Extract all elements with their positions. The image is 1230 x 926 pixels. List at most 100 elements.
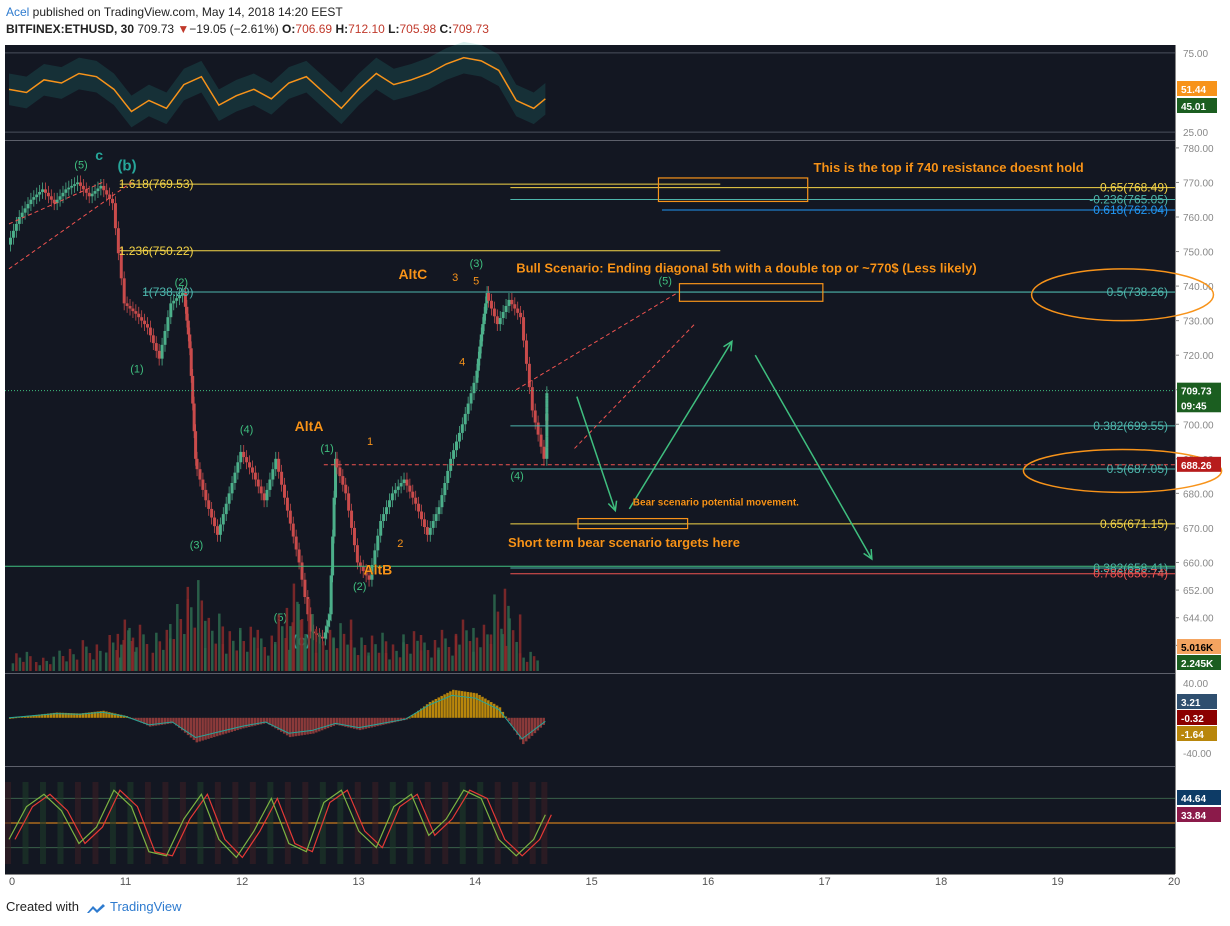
candle-body <box>478 346 482 359</box>
candle-body <box>102 185 106 191</box>
candle-body <box>460 424 464 433</box>
volume-bar <box>525 661 529 671</box>
stoch-shade <box>267 782 274 864</box>
volume-bar <box>496 611 500 671</box>
trading-chart[interactable]: 75.00 25.00 51.44 45.01 780.00 770.00 760.00 75… <box>0 40 1230 890</box>
candle-body <box>64 189 68 193</box>
candle-body <box>338 467 342 477</box>
stoch-shade <box>5 782 11 864</box>
volume-bar <box>256 629 260 671</box>
volume-bar <box>235 650 239 671</box>
volume-bar <box>120 644 123 671</box>
volume-bar <box>165 629 169 671</box>
volume-badge-label: 2.245K <box>1181 659 1214 670</box>
candle-body <box>527 363 531 388</box>
candle-body <box>93 191 97 194</box>
time-tick-label: 20 <box>1168 876 1180 888</box>
volume-bar <box>211 630 214 671</box>
stoch-badge-label: 33.84 <box>1181 811 1206 822</box>
macd-histogram-bar <box>460 691 464 718</box>
macd-histogram-bar <box>452 689 455 718</box>
macd-histogram-bar <box>239 717 242 730</box>
volume-bar <box>92 659 95 671</box>
candle-body <box>166 317 170 331</box>
macd-histogram-bar <box>297 717 301 736</box>
macd-histogram-bar <box>309 717 312 735</box>
volume-bar <box>228 631 232 671</box>
volume-bar <box>314 652 318 671</box>
volume-bar <box>131 637 135 671</box>
macd-histogram-bar <box>317 717 321 732</box>
volume-bar <box>486 634 489 671</box>
volume-bar <box>277 614 281 671</box>
candle-body <box>73 184 77 186</box>
volume-bar <box>511 630 515 671</box>
macd-badge-label: -0.32 <box>1181 714 1204 725</box>
wave-label: (3) <box>470 258 483 270</box>
macd-histogram-bar <box>481 696 484 718</box>
volume-bar <box>15 653 18 671</box>
volume-bar <box>307 599 311 671</box>
candle-body <box>256 479 260 487</box>
macd-histogram-bar <box>312 717 315 734</box>
candle-body <box>498 318 502 325</box>
candle-body <box>58 196 62 200</box>
candle-body <box>280 471 284 485</box>
candle-body <box>194 431 198 459</box>
volume-bar <box>249 626 253 671</box>
price-tick-label: 680.00 <box>1183 489 1214 500</box>
tradingview-link[interactable]: TradingView <box>110 899 182 914</box>
candle-body <box>224 503 228 515</box>
candle-body <box>192 403 196 432</box>
volume-bar <box>29 656 32 671</box>
candle-body <box>198 469 202 480</box>
volume-bar <box>297 604 300 671</box>
stoch-shade <box>197 782 204 864</box>
macd-histogram-bar <box>288 717 292 738</box>
volume-bar <box>504 645 508 671</box>
volume-bar <box>232 640 235 671</box>
candle-body <box>326 620 330 627</box>
wave-label: (1) <box>130 363 143 375</box>
wave-label: 3 <box>452 272 458 284</box>
chart-annotation: Short term bear scenario targets here <box>508 535 740 550</box>
volume-bar <box>508 618 511 671</box>
volume-bar <box>169 624 172 671</box>
candle-body <box>245 457 249 463</box>
volume-bar <box>342 633 346 671</box>
volume-bar <box>479 647 482 671</box>
volume-bar <box>437 649 440 671</box>
volume-bar <box>267 655 270 671</box>
volume-bar <box>461 619 465 671</box>
volume-bar <box>409 653 412 671</box>
candle-body <box>350 510 354 528</box>
volume-bar <box>388 659 391 671</box>
candle-body <box>454 441 458 451</box>
volume-bar <box>225 653 228 671</box>
volume-bar <box>18 657 22 671</box>
candle-body <box>347 493 351 511</box>
macd-histogram-bar <box>294 717 298 737</box>
candle-body <box>90 193 94 197</box>
time-tick-label: 11 <box>120 876 131 888</box>
price-tick-label: 652.00 <box>1183 586 1214 597</box>
candle-body <box>76 182 80 185</box>
candle-body <box>294 536 298 550</box>
fib-level-label: 0.5(687.05) <box>1107 462 1168 476</box>
candle-body <box>236 462 240 473</box>
candle-body <box>143 320 147 325</box>
candle-body <box>111 198 115 204</box>
volume-bar <box>398 657 402 671</box>
candle-body <box>332 497 336 537</box>
volume-bar <box>111 642 115 671</box>
macd-histogram-bar <box>478 695 481 718</box>
candle-body <box>323 632 327 639</box>
author-link[interactable]: Acel <box>6 5 29 19</box>
candle-body <box>545 393 549 396</box>
volume-bar <box>193 627 197 671</box>
candle-body <box>446 470 450 483</box>
volume-bar <box>270 635 274 671</box>
symbol-name[interactable]: BITFINEX:ETHUSD, 30 <box>6 22 134 36</box>
volume-bar <box>72 654 75 671</box>
volume-bar <box>475 637 479 671</box>
